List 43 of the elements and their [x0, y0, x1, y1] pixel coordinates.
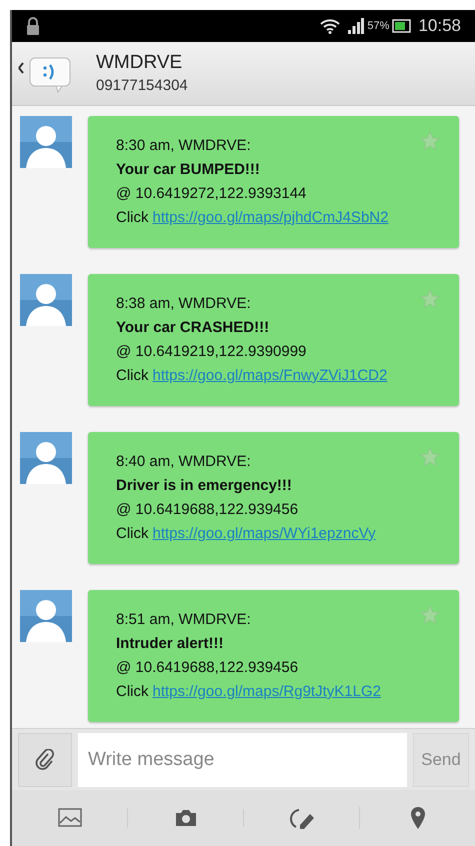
click-label: Click	[116, 524, 148, 544]
avatar-icon	[20, 274, 72, 326]
map-link[interactable]: https://goo.gl/maps/WYi1epzncVy	[152, 522, 376, 546]
star-icon[interactable]	[419, 288, 441, 310]
alert-text: Your car CRASHED!!!	[116, 318, 270, 338]
alert-text: Driver is in emergency!!!	[116, 476, 293, 496]
contact-number: 09177154304	[96, 76, 188, 96]
battery-icon	[392, 19, 412, 33]
map-link[interactable]: https://goo.gl/maps/pjhdCmJ4SbN2	[152, 206, 388, 230]
message-time: 8:51 am, WMDRVE:	[116, 610, 251, 630]
clock: 10:58	[418, 15, 461, 38]
picture-icon	[58, 808, 82, 828]
camera-icon	[174, 809, 196, 827]
avatar-icon	[20, 590, 72, 642]
coordinates: @ 10.6419272,122.9393144	[116, 184, 308, 204]
message-time: 8:30 am, WMDRVE:	[116, 136, 251, 156]
paperclip-icon	[35, 748, 55, 770]
map-pin-icon	[410, 806, 426, 830]
star-icon[interactable]	[419, 130, 441, 152]
lock-icon	[26, 17, 40, 35]
avatar-icon	[20, 432, 72, 484]
star-icon[interactable]	[419, 446, 441, 468]
map-link[interactable]: https://goo.gl/maps/Rg9tJtyK1LG2	[152, 680, 381, 704]
star-icon[interactable]	[419, 604, 441, 626]
click-label: Click	[116, 366, 148, 386]
contact-name: WMDRVE	[96, 50, 184, 74]
signal-icon	[348, 18, 364, 34]
wifi-icon	[320, 18, 340, 34]
message-time: 8:40 am, WMDRVE:	[116, 452, 251, 472]
coordinates: @ 10.6419688,122.939456	[116, 658, 300, 678]
message-input[interactable]: Write message	[78, 732, 407, 786]
click-label: Click	[116, 682, 148, 702]
coordinates: @ 10.6419219,122.9390999	[116, 342, 308, 362]
battery-percent: 57%	[367, 18, 390, 34]
alert-text: Your car BUMPED!!!	[116, 160, 261, 180]
coordinates: @ 10.6419688,122.939456	[116, 500, 300, 520]
attach-button[interactable]	[18, 732, 72, 786]
message-time: 8:38 am, WMDRVE:	[116, 294, 251, 314]
avatar-icon	[20, 116, 72, 168]
pencil-icon	[288, 807, 314, 829]
alert-text: Intruder alert!!!	[116, 634, 225, 654]
click-label: Click	[116, 208, 148, 228]
map-link[interactable]: https://goo.gl/maps/FnwyZViJ1CD2	[152, 364, 388, 388]
